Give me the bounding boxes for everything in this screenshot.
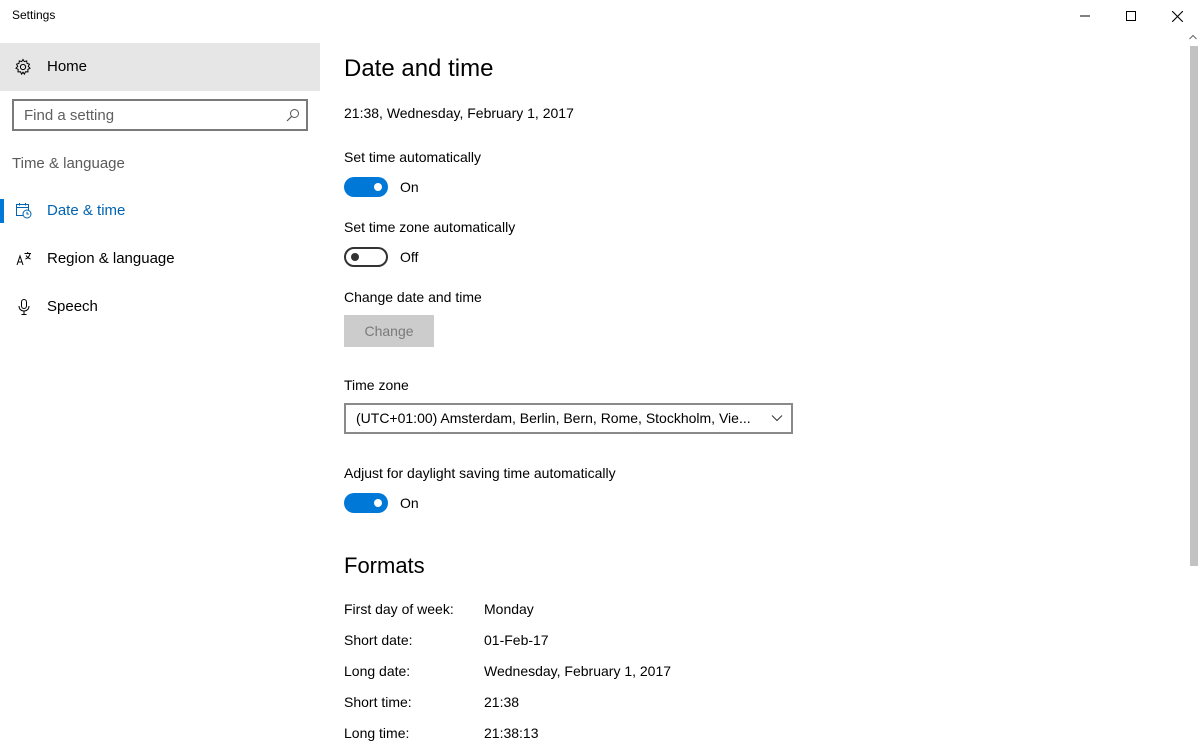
format-row: Short date: 01-Feb-17 bbox=[344, 632, 844, 652]
format-value: 01-Feb-17 bbox=[484, 632, 549, 648]
daylight-toggle[interactable] bbox=[344, 493, 388, 513]
sidebar-item-speech[interactable]: Speech bbox=[0, 287, 320, 327]
set-time-auto-state: On bbox=[400, 179, 419, 195]
format-key: Long time: bbox=[344, 725, 410, 741]
set-time-auto-label: Set time automatically bbox=[344, 149, 481, 165]
scrollbar-thumb[interactable] bbox=[1190, 46, 1198, 566]
format-row: First day of week: Monday bbox=[344, 601, 844, 621]
format-value: 21:38 bbox=[484, 694, 520, 710]
daylight-state: On bbox=[400, 495, 419, 511]
set-time-auto-toggle[interactable] bbox=[344, 177, 388, 197]
format-key: Long date: bbox=[344, 663, 411, 679]
timezone-value: (UTC+01:00) Amsterdam, Berlin, Bern, Rom… bbox=[356, 410, 751, 426]
timezone-dropdown[interactable]: (UTC+01:00) Amsterdam, Berlin, Bern, Rom… bbox=[344, 403, 793, 434]
change-datetime-label: Change date and time bbox=[344, 289, 482, 305]
format-key: Short date: bbox=[344, 632, 413, 648]
chevron-down-icon bbox=[771, 415, 783, 422]
format-row: Short time: 21:38 bbox=[344, 694, 844, 714]
toggle-knob bbox=[351, 253, 359, 261]
format-value: Monday bbox=[484, 601, 534, 617]
search-icon[interactable] bbox=[286, 108, 300, 122]
daylight-label: Adjust for daylight saving time automati… bbox=[344, 465, 616, 481]
set-timezone-auto-toggle[interactable] bbox=[344, 247, 388, 267]
maximize-button[interactable] bbox=[1108, 0, 1154, 32]
active-indicator bbox=[0, 199, 4, 223]
current-datetime: 21:38, Wednesday, February 1, 2017 bbox=[344, 105, 574, 121]
window-title: Settings bbox=[12, 8, 56, 22]
maximize-icon bbox=[1126, 11, 1136, 21]
language-icon bbox=[16, 252, 31, 266]
format-key: First day of week: bbox=[344, 601, 454, 617]
close-icon bbox=[1171, 10, 1183, 22]
toggle-knob bbox=[374, 183, 382, 191]
timezone-label: Time zone bbox=[344, 377, 409, 393]
section-label: Time & language bbox=[12, 155, 125, 172]
scroll-up-icon[interactable] bbox=[1189, 34, 1197, 40]
format-value: 21:38:13 bbox=[484, 725, 539, 741]
search-input[interactable] bbox=[14, 101, 280, 129]
format-row: Long time: 21:38:13 bbox=[344, 725, 844, 745]
microphone-icon bbox=[18, 299, 30, 315]
format-key: Short time: bbox=[344, 694, 412, 710]
vertical-scrollbar[interactable] bbox=[1186, 32, 1200, 748]
sidebar-item-date-time[interactable]: Date & time bbox=[0, 191, 320, 231]
format-value: Wednesday, February 1, 2017 bbox=[484, 663, 672, 679]
format-row: Long date: Wednesday, February 1, 2017 bbox=[344, 663, 844, 683]
search-box[interactable] bbox=[12, 99, 308, 131]
set-timezone-auto-label: Set time zone automatically bbox=[344, 219, 516, 235]
title-bar: Settings bbox=[0, 0, 1200, 32]
sidebar: Home Time & language Date & time Region … bbox=[0, 32, 320, 748]
sidebar-item-region-language[interactable]: Region & language bbox=[0, 239, 320, 279]
sidebar-item-label: Speech bbox=[47, 298, 98, 315]
calendar-clock-icon bbox=[16, 203, 32, 219]
page-title: Date and time bbox=[344, 55, 494, 82]
minimize-button[interactable] bbox=[1062, 0, 1108, 32]
change-button[interactable]: Change bbox=[344, 315, 434, 347]
set-timezone-auto-state: Off bbox=[400, 249, 419, 265]
home-label: Home bbox=[47, 58, 88, 75]
close-button[interactable] bbox=[1154, 0, 1200, 32]
minimize-icon bbox=[1080, 15, 1090, 17]
gear-icon bbox=[15, 58, 31, 76]
sidebar-item-label: Date & time bbox=[47, 202, 126, 219]
home-nav-item[interactable]: Home bbox=[0, 43, 320, 91]
formats-title: Formats bbox=[344, 553, 425, 578]
main-content: Date and time 21:38, Wednesday, February… bbox=[344, 32, 1184, 748]
sidebar-item-label: Region & language bbox=[47, 250, 175, 267]
toggle-knob bbox=[374, 499, 382, 507]
